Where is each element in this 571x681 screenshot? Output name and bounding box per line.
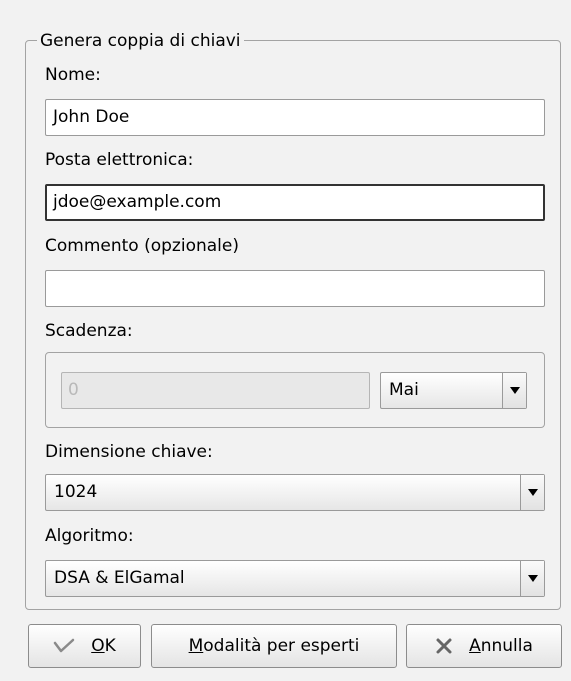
comment-field[interactable]: [45, 270, 545, 307]
expert-mode-label: Modalità per esperti: [188, 636, 360, 656]
expiry-label: Scadenza:: [45, 321, 133, 341]
chevron-down-icon: [509, 387, 520, 394]
email-label: Posta elettronica:: [45, 150, 194, 170]
algorithm-dropdown-arrow[interactable]: [520, 561, 544, 596]
cancel-button[interactable]: Annulla: [406, 624, 562, 668]
cancel-x-icon: [435, 637, 453, 655]
key-size-label: Dimensione chiave:: [45, 442, 213, 462]
checkmark-icon: [53, 638, 75, 654]
ok-label: OK: [91, 636, 116, 656]
key-size-dropdown-arrow[interactable]: [520, 475, 544, 510]
ok-button[interactable]: OK: [28, 624, 141, 668]
expiry-dropdown-arrow[interactable]: [502, 373, 526, 408]
algorithm-label: Algoritmo:: [45, 526, 134, 546]
expiry-unit-select[interactable]: Mai: [380, 372, 527, 409]
expiry-spinbox: 0: [61, 372, 370, 409]
group-title: Genera coppia di chiavi: [37, 30, 244, 52]
chevron-down-icon: [527, 575, 538, 582]
key-size-value: 1024: [54, 482, 98, 502]
email-field[interactable]: jdoe@example.com: [45, 184, 545, 221]
chevron-down-icon: [527, 489, 538, 496]
name-label: Nome:: [45, 65, 101, 85]
expert-mode-button[interactable]: Modalità per esperti: [151, 624, 397, 668]
key-size-select[interactable]: 1024: [45, 474, 545, 511]
expiry-unit-value: Mai: [389, 380, 419, 400]
cancel-label: Annulla: [469, 636, 533, 656]
algorithm-select[interactable]: DSA & ElGamal: [45, 560, 545, 597]
name-field[interactable]: John Doe: [45, 99, 545, 136]
comment-label: Commento (opzionale): [45, 236, 239, 256]
algorithm-value: DSA & ElGamal: [54, 568, 185, 588]
